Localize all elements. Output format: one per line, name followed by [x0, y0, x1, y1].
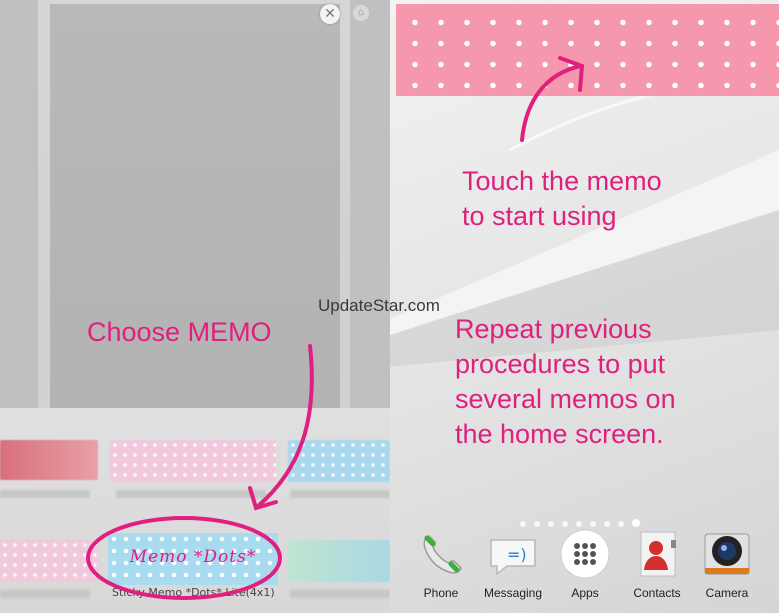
widget-thumbnail[interactable] [288, 440, 390, 482]
prev-page-preview[interactable] [0, 0, 38, 408]
home-icon: ⌂ [353, 5, 369, 21]
widget-caption [0, 490, 90, 498]
widget-thumbnail[interactable] [110, 440, 276, 482]
widget-caption [116, 490, 266, 498]
annotation-repeat-line2: procedures to put [455, 349, 666, 379]
widget-thumbnail[interactable] [0, 540, 98, 582]
memo-widget-thumbnail[interactable]: Memo *Dots* [108, 533, 278, 585]
dock-label: Messaging [483, 586, 543, 600]
dock-label: Phone [423, 586, 459, 600]
page-dot[interactable] [604, 521, 610, 527]
svg-text:=): =) [507, 545, 527, 564]
dock-item-contacts[interactable]: Contacts [620, 528, 694, 600]
dock-item-camera[interactable]: Camera [690, 528, 764, 600]
page-dot-active[interactable] [632, 519, 640, 527]
page-dot[interactable] [562, 521, 568, 527]
page-dot[interactable] [548, 521, 554, 527]
dock-item-apps[interactable]: Apps [548, 528, 622, 600]
home-screen-panel: Phone =) Messaging Apps Contacts Camera [390, 0, 779, 613]
dock-item-phone[interactable]: Phone [404, 528, 478, 600]
dock-label: Contacts [633, 586, 681, 600]
close-icon[interactable]: ✕ [320, 4, 340, 24]
dock: Phone =) Messaging Apps Contacts Camera [390, 528, 779, 613]
watermark: UpdateStar.com [318, 296, 440, 315]
widget-caption [290, 590, 390, 598]
annotation-choose: Choose MEMO [87, 317, 272, 347]
memo-widget-caption: Sticky Memo *Dots* Lite(4x1) [112, 586, 275, 599]
dock-item-messaging[interactable]: =) Messaging [476, 528, 550, 600]
dock-label: Apps [571, 586, 599, 600]
annotation-touch-line2: to start using [462, 201, 617, 231]
annotation-repeat-line3: several memos on [455, 384, 676, 414]
memo-widget[interactable] [396, 4, 779, 96]
page-dot[interactable] [520, 521, 526, 527]
widget-thumbnail[interactable] [288, 540, 390, 582]
widget-caption [0, 590, 90, 598]
page-dot[interactable] [576, 521, 582, 527]
phone-icon [415, 528, 467, 580]
camera-icon [701, 528, 753, 580]
page-dot[interactable] [590, 521, 596, 527]
annotation-repeat-line1: Repeat previous [455, 314, 652, 344]
annotation-touch-line1: Touch the memo [462, 166, 662, 196]
contacts-icon [631, 528, 683, 580]
page-indicator [520, 512, 648, 527]
dock-label: Camera [705, 586, 749, 600]
annotation-repeat-line4: the home screen. [455, 419, 664, 449]
messaging-icon: =) [487, 528, 539, 580]
memo-thumbnail-text: Memo *Dots* [129, 547, 257, 567]
page-dot[interactable] [618, 521, 624, 527]
widget-thumbnail[interactable] [0, 440, 98, 480]
page-dot[interactable] [534, 521, 540, 527]
widget-caption [290, 490, 390, 498]
next-page-preview[interactable] [350, 0, 390, 408]
apps-icon [559, 528, 611, 580]
